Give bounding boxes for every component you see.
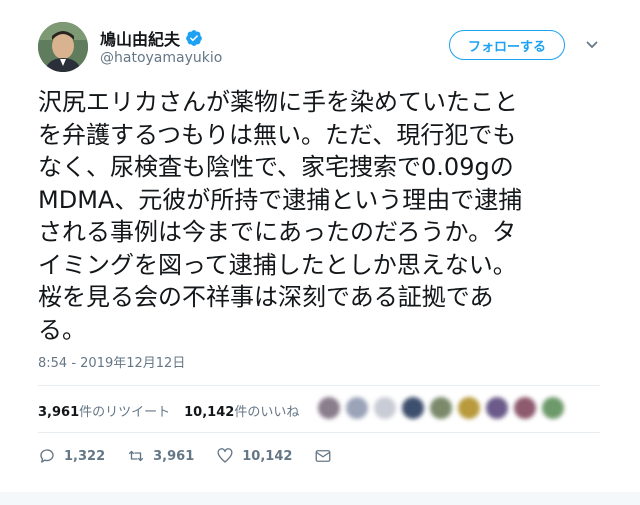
retweet-stat-count: 3,961	[38, 405, 80, 420]
like-stat-label: 件のいいね	[234, 405, 300, 420]
footer-band	[0, 492, 640, 505]
liker-avatar[interactable]	[318, 397, 340, 419]
reply-icon	[40, 449, 54, 463]
retweet-count: 3,961	[153, 448, 195, 464]
envelope-icon	[315, 450, 331, 462]
tweet-text: 沢尻エリカさんが薬物に手を染めていたこと を弁護するつもりは無い。ただ、現行犯で…	[38, 86, 598, 346]
like-stat-count: 10,142	[184, 405, 235, 420]
divider	[38, 432, 600, 433]
message-button[interactable]	[314, 447, 340, 465]
tweet-card: 鳩山由紀夫 @hatoyamayukio フォローする 沢尻エリカさんが薬物に手…	[0, 0, 640, 505]
user-name-row: 鳩山由紀夫	[100, 26, 203, 50]
avatar[interactable]	[38, 22, 88, 72]
tweet-stats: 3,961件のリツイート 10,142件のいいね	[38, 401, 313, 420]
liker-avatar[interactable]	[514, 397, 536, 419]
verified-badge-icon	[186, 30, 202, 46]
retweet-stat[interactable]: 3,961件のリツイート	[38, 401, 170, 420]
liker-avatar[interactable]	[346, 397, 368, 419]
follow-button[interactable]: フォローする	[449, 30, 565, 60]
tweet-line: なく、尿検査も陰性で、家宅捜索で0.09gの	[38, 153, 514, 181]
divider	[38, 385, 600, 386]
liker-avatar[interactable]	[430, 397, 452, 419]
like-stat[interactable]: 10,142件のいいね	[184, 401, 299, 420]
tweet-line: る。	[38, 315, 86, 344]
tweet-actions: 1,322 3,961 10,142	[38, 447, 362, 465]
liker-avatar[interactable]	[458, 397, 480, 419]
liker-avatar[interactable]	[402, 397, 424, 419]
display-name[interactable]: 鳩山由紀夫	[100, 26, 180, 50]
liker-avatar[interactable]	[374, 397, 396, 419]
retweet-button[interactable]: 3,961	[127, 447, 194, 465]
liker-avatars	[318, 397, 570, 419]
avatar-image	[38, 22, 88, 72]
like-button[interactable]: 10,142	[216, 447, 292, 465]
chevron-down-icon[interactable]	[585, 38, 599, 52]
user-handle[interactable]: @hatoyamayukio	[100, 50, 222, 66]
reply-button[interactable]: 1,322	[38, 447, 105, 465]
tweet-line: を弁護するつもりは無い。ただ、現行犯でも	[38, 120, 517, 149]
heart-icon	[217, 448, 233, 463]
tweet-line: 桜を見る会の不祥事は深刻である証拠であ	[38, 283, 494, 311]
liker-avatar[interactable]	[542, 397, 564, 419]
retweet-icon	[128, 450, 144, 462]
tweet-line: 沢尻エリカさんが薬物に手を染めていたこと	[38, 88, 518, 116]
tweet-timestamp[interactable]: 8:54 - 2019年12月12日	[38, 352, 185, 371]
tweet-line: される事例は今までにあったのだろうか。タ	[38, 218, 517, 246]
liker-avatar[interactable]	[486, 397, 508, 419]
tweet-line: MDMA、元彼が所持で逮捕という理由で逮捕	[38, 185, 523, 214]
reply-count: 1,322	[64, 448, 106, 464]
retweet-stat-label: 件のリツイート	[79, 405, 171, 420]
like-count: 10,142	[242, 448, 293, 464]
tweet-line: イミングを図って逮捕したとしか思えない。	[38, 250, 517, 279]
